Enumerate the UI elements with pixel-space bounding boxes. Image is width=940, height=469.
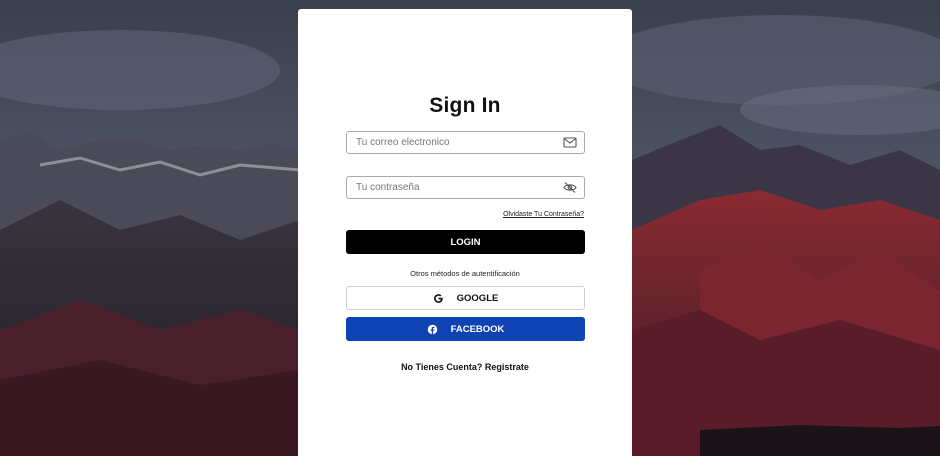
email-input[interactable]: [347, 132, 556, 153]
other-methods-label: Otros métodos de autentificación: [410, 269, 520, 278]
register-link[interactable]: No Tienes Cuenta? Registrate: [298, 362, 632, 372]
email-field[interactable]: [346, 131, 585, 154]
facebook-button-label: FACEBOOK: [450, 323, 505, 335]
page-title: Sign In: [429, 94, 501, 117]
google-icon: [433, 293, 443, 303]
password-input[interactable]: [347, 177, 556, 198]
google-button-label: GOOGLE: [456, 292, 499, 304]
eye-slash-icon[interactable]: [563, 181, 577, 194]
sign-in-card: Sign In Olvidaste Tu Contraseña? LOGIN O…: [298, 9, 632, 469]
login-button[interactable]: LOGIN: [346, 230, 585, 254]
facebook-icon: [427, 324, 437, 334]
forgot-password-link[interactable]: Olvidaste Tu Contraseña?: [503, 211, 584, 218]
facebook-button[interactable]: FACEBOOK: [346, 317, 585, 341]
password-field[interactable]: [346, 176, 585, 199]
envelope-icon: [563, 137, 577, 148]
google-button[interactable]: GOOGLE: [346, 286, 585, 310]
